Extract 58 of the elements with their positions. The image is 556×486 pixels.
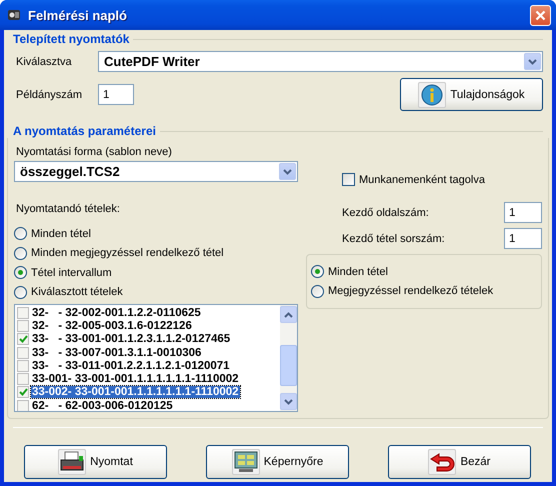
radio-button[interactable] xyxy=(311,284,324,298)
radio-button[interactable] xyxy=(14,246,27,260)
list-item[interactable]: 33-002- 33-001-001.1.1.1.1.1.1-1110002 xyxy=(31,386,240,398)
close-icon[interactable] xyxy=(535,10,546,20)
checkbox[interactable] xyxy=(342,173,355,186)
printer-icon xyxy=(59,451,86,473)
monitor-icon xyxy=(232,451,259,473)
checkbox-label: Munkanemenként tagolva xyxy=(359,174,485,186)
list-item[interactable]: 33-001- 33-001-001.1.1.1.1.1.1-1110002 xyxy=(31,373,240,386)
printer-dropdown[interactable]: CutePDF Writer xyxy=(98,51,543,72)
list-item[interactable]: 62- - 62-003-006-0120125 xyxy=(31,400,174,411)
field-label: Nyomtatandó tételek: xyxy=(15,203,121,215)
close-button[interactable] xyxy=(530,4,551,26)
field-label: Példányszám xyxy=(15,88,84,100)
list-item[interactable]: 33- - 33-001-001.1.2.3.1.1.2-0127465 xyxy=(31,333,232,346)
start-item-field[interactable]: 1 xyxy=(504,228,542,249)
radio-label: Megjegyzéssel rendelkező tételek xyxy=(328,285,494,298)
checkbox[interactable] xyxy=(17,386,29,398)
radio-button[interactable] xyxy=(311,265,324,278)
checkbox[interactable] xyxy=(17,360,29,372)
field-label: Kezdő tétel sorszám: xyxy=(342,232,446,244)
window-title: Felmérési napló xyxy=(28,8,128,22)
back-arrow-icon xyxy=(429,451,456,473)
checkbox[interactable] xyxy=(17,373,29,386)
screen-button[interactable]: Képernyőre xyxy=(206,445,349,479)
checkbox[interactable] xyxy=(17,333,29,346)
field-label: Kezdő oldalszám: xyxy=(342,206,430,218)
field-label: Nyomtatási forma (sablon neve) xyxy=(15,146,173,158)
app-icon xyxy=(6,7,22,23)
radio-button[interactable] xyxy=(14,266,27,280)
checkbox[interactable] xyxy=(17,400,29,411)
radio-label: Kiválasztott tételek xyxy=(31,286,123,298)
checkbox[interactable] xyxy=(17,320,29,332)
radio-button[interactable] xyxy=(14,286,27,299)
checkbox[interactable] xyxy=(17,346,29,359)
copies-field[interactable]: 1 xyxy=(98,84,134,105)
list-item[interactable]: 32- - 32-005-003.1.6-0122126 xyxy=(31,320,193,332)
template-dropdown[interactable]: összeggel.TCS2 xyxy=(14,161,298,182)
start-page-field[interactable]: 1 xyxy=(504,202,542,223)
group-heading: A nyomtatás paraméterei xyxy=(13,124,156,138)
properties-button[interactable]: Tulajdonságok xyxy=(400,78,543,111)
radio-button[interactable] xyxy=(14,227,27,240)
list-item[interactable]: 32- - 32-002-001.1.2.2-0110625 xyxy=(31,306,202,319)
print-button[interactable]: Nyomtat xyxy=(24,445,167,479)
scroll-up-icon[interactable] xyxy=(284,312,293,318)
radio-label: Minden tétel xyxy=(31,228,91,240)
radio-label: Tétel intervallum xyxy=(31,266,112,279)
radio-label: Minden tétel xyxy=(328,266,388,278)
group-heading: Telepített nyomtatók xyxy=(13,32,130,46)
scrollbar[interactable] xyxy=(280,305,297,411)
list-item[interactable]: 33- - 33-007-001.3.1.1-0010306 xyxy=(31,346,202,359)
field-label: Kiválasztva xyxy=(15,56,73,68)
scroll-down-icon[interactable] xyxy=(284,398,293,404)
info-icon xyxy=(421,84,444,106)
list-item[interactable]: 33- - 33-011-001.2.2.1.1.2.1-0120071 xyxy=(31,360,231,372)
checkbox[interactable] xyxy=(17,306,29,319)
close-dialog-button[interactable]: Bezár xyxy=(388,445,531,479)
radio-label: Minden megjegyzéssel rendelkező tétel xyxy=(31,247,224,260)
